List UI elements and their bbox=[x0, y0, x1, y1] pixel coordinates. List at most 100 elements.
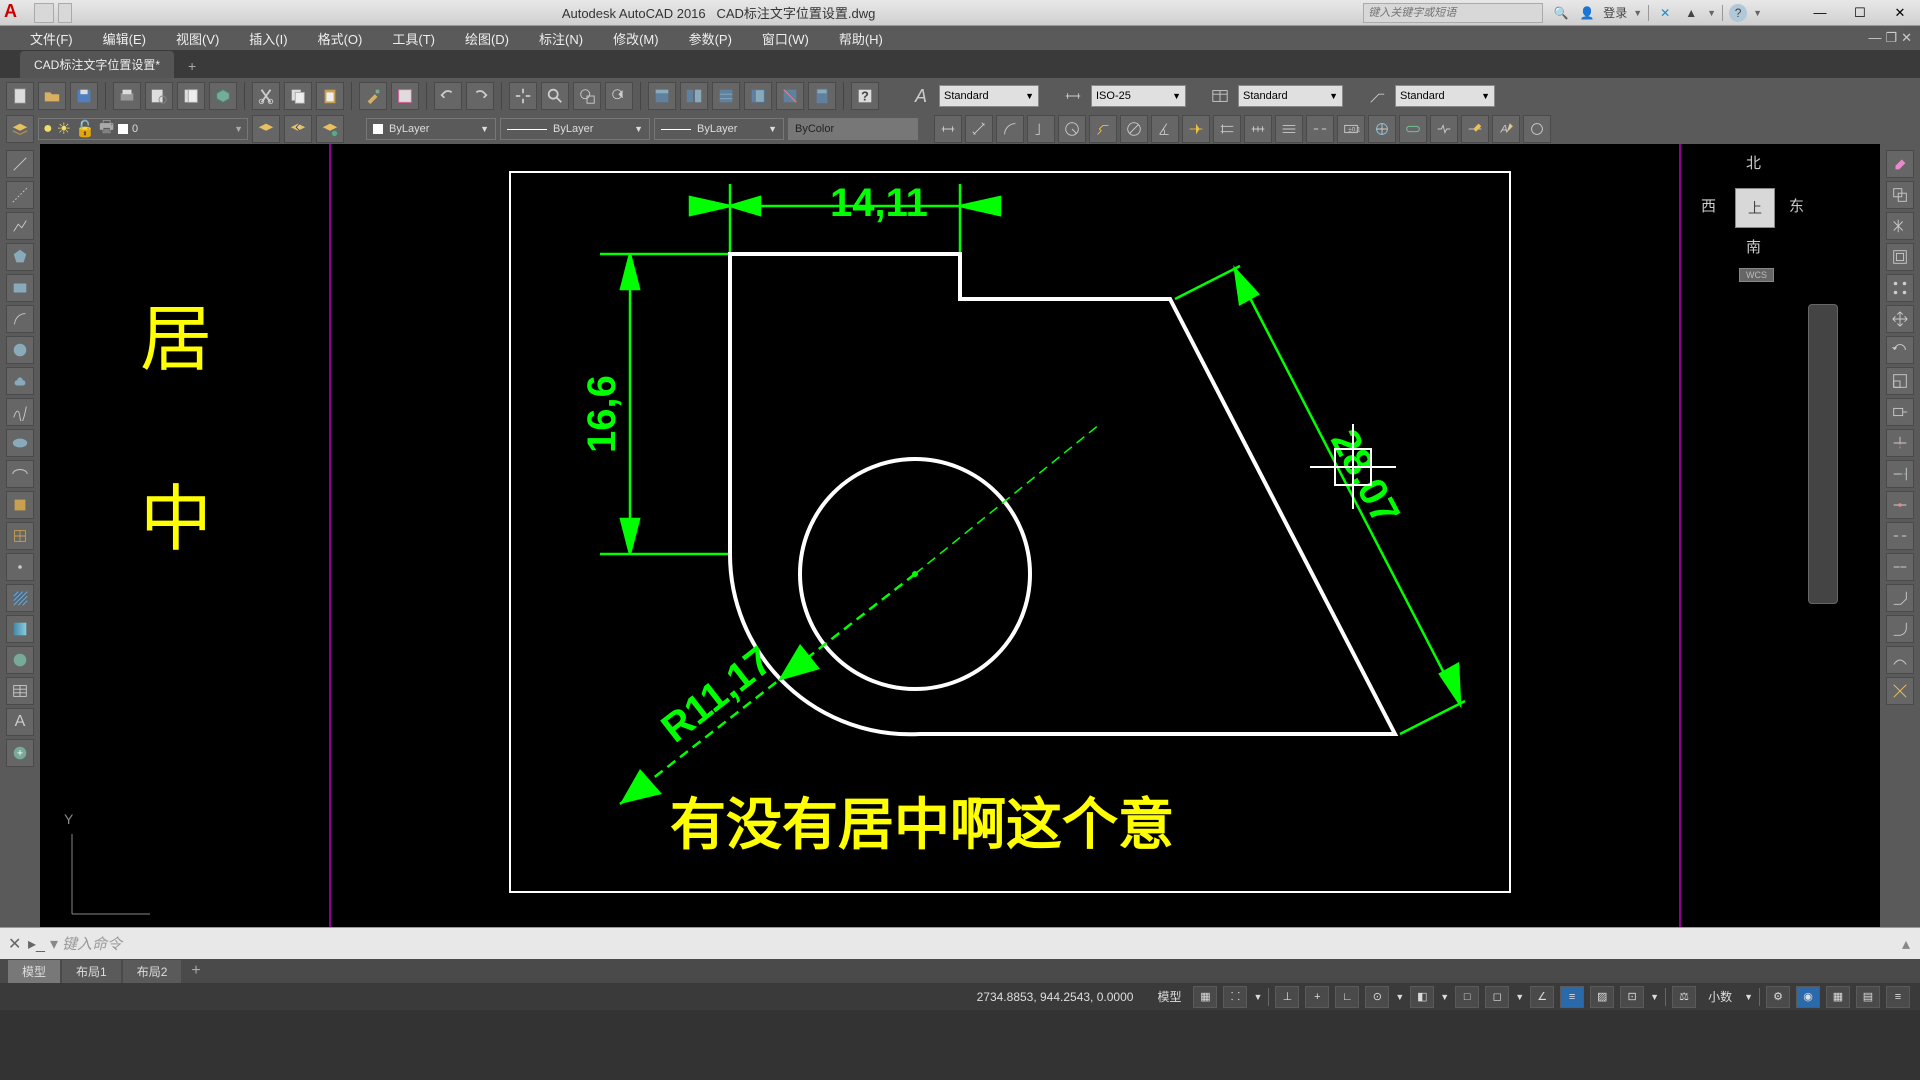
menu-modify[interactable]: 修改(M) bbox=[613, 29, 659, 48]
view-cube[interactable]: 北 西 上 东 南 WCS bbox=[1697, 150, 1812, 290]
line-icon[interactable] bbox=[6, 150, 34, 178]
circle-icon[interactable] bbox=[6, 336, 34, 364]
color-combo[interactable]: ByLayer▼ bbox=[366, 118, 496, 140]
maximize-button[interactable]: ☐ bbox=[1840, 1, 1880, 25]
chamfer-icon[interactable] bbox=[1886, 584, 1914, 612]
undo-icon[interactable] bbox=[434, 82, 462, 110]
text-style-icon[interactable]: A bbox=[907, 82, 935, 110]
workspace-switching-icon[interactable]: ⚙ bbox=[1766, 986, 1790, 1008]
save-icon[interactable] bbox=[70, 82, 98, 110]
customization-icon[interactable]: ≡ bbox=[1886, 986, 1910, 1008]
annotation-monitor-icon[interactable]: ◉ bbox=[1796, 986, 1820, 1008]
menu-draw[interactable]: 绘图(D) bbox=[465, 29, 509, 48]
pan-icon[interactable] bbox=[509, 82, 537, 110]
point-icon[interactable] bbox=[6, 553, 34, 581]
add-layout-button[interactable]: + bbox=[183, 960, 208, 982]
dim-style-combo[interactable]: ISO-25▼ bbox=[1091, 85, 1186, 107]
polar-toggle-icon[interactable]: ⊙ bbox=[1365, 986, 1389, 1008]
new-tab-button[interactable]: + bbox=[178, 54, 206, 78]
dim-radius-icon[interactable] bbox=[1058, 115, 1086, 143]
dim-baseline-icon[interactable] bbox=[1213, 115, 1241, 143]
extend-icon[interactable] bbox=[1886, 460, 1914, 488]
erase-icon[interactable] bbox=[1886, 150, 1914, 178]
copy-modify-icon[interactable] bbox=[1886, 181, 1914, 209]
qat-button[interactable] bbox=[34, 3, 54, 23]
menu-file[interactable]: 文件(F) bbox=[30, 29, 73, 48]
explode-icon[interactable] bbox=[1886, 677, 1914, 705]
rectangle-icon[interactable] bbox=[6, 274, 34, 302]
otrack-icon[interactable]: ∠ bbox=[1530, 986, 1554, 1008]
table-style-combo[interactable]: Standard▼ bbox=[1238, 85, 1343, 107]
tool-palettes-icon[interactable] bbox=[712, 82, 740, 110]
osnap-toggle-icon[interactable]: □ bbox=[1455, 986, 1479, 1008]
close-button[interactable]: ✕ bbox=[1880, 1, 1920, 25]
polygon-icon[interactable] bbox=[6, 243, 34, 271]
dim-update-icon[interactable] bbox=[1523, 115, 1551, 143]
lineweight-combo[interactable]: ByLayer▼ bbox=[654, 118, 784, 140]
break-at-point-icon[interactable] bbox=[1886, 491, 1914, 519]
doc-restore[interactable]: ❐ bbox=[1885, 30, 1897, 46]
table-style-icon[interactable] bbox=[1206, 82, 1234, 110]
hatch-icon[interactable] bbox=[6, 584, 34, 612]
tolerance-icon[interactable]: ±0.1 bbox=[1337, 115, 1365, 143]
tab-layout1[interactable]: 布局1 bbox=[62, 960, 121, 983]
status-model[interactable]: 模型 bbox=[1151, 988, 1187, 1005]
cmd-resize-handle[interactable]: ▴ bbox=[1902, 934, 1910, 954]
transparency-icon[interactable]: ▨ bbox=[1590, 986, 1614, 1008]
mleader-style-combo[interactable]: Standard▼ bbox=[1395, 85, 1495, 107]
3dprint-icon[interactable] bbox=[209, 82, 237, 110]
block-editor-icon[interactable] bbox=[391, 82, 419, 110]
dim-continue-icon[interactable] bbox=[1244, 115, 1272, 143]
zoom-window-icon[interactable] bbox=[573, 82, 601, 110]
menu-format[interactable]: 格式(O) bbox=[318, 29, 363, 48]
search-input[interactable] bbox=[1363, 3, 1543, 23]
tab-layout2[interactable]: 布局2 bbox=[123, 960, 182, 983]
join-icon[interactable] bbox=[1886, 553, 1914, 581]
region-icon[interactable] bbox=[6, 646, 34, 674]
selection-cycling-icon[interactable]: ⊡ bbox=[1620, 986, 1644, 1008]
command-input[interactable]: 键入命令 bbox=[62, 933, 1912, 954]
mirror-icon[interactable] bbox=[1886, 212, 1914, 240]
ellipse-arc-icon[interactable] bbox=[6, 460, 34, 488]
layer-combo[interactable]: ●☀🔓🖶 0▼ bbox=[38, 118, 248, 140]
units-icon[interactable]: ▦ bbox=[1826, 986, 1850, 1008]
properties-icon[interactable] bbox=[648, 82, 676, 110]
calculator-icon[interactable] bbox=[808, 82, 836, 110]
scale-icon[interactable] bbox=[1886, 367, 1914, 395]
document-tab[interactable]: CAD标注文字位置设置* bbox=[20, 51, 174, 78]
menu-parametric[interactable]: 参数(P) bbox=[689, 29, 732, 48]
design-center-icon[interactable] bbox=[680, 82, 708, 110]
sheet-set-icon[interactable] bbox=[744, 82, 772, 110]
plot-preview-icon[interactable] bbox=[145, 82, 173, 110]
signin-icon[interactable]: 👤 bbox=[1577, 3, 1597, 23]
layer-previous-icon[interactable] bbox=[284, 115, 312, 143]
menu-help[interactable]: 帮助(H) bbox=[839, 29, 883, 48]
stretch-icon[interactable] bbox=[1886, 398, 1914, 426]
doc-minimize[interactable]: — bbox=[1868, 30, 1881, 46]
insert-block-icon[interactable] bbox=[6, 491, 34, 519]
inspect-icon[interactable] bbox=[1399, 115, 1427, 143]
qat-dropdown[interactable] bbox=[58, 3, 72, 23]
text-style-combo[interactable]: Standard▼ bbox=[939, 85, 1039, 107]
move-icon[interactable] bbox=[1886, 305, 1914, 333]
dim-quick-icon[interactable] bbox=[1182, 115, 1210, 143]
dim-linear-icon[interactable] bbox=[934, 115, 962, 143]
annotation-scale-icon[interactable]: ⚖ bbox=[1672, 986, 1696, 1008]
dim-ordinate-icon[interactable] bbox=[1027, 115, 1055, 143]
gradient-icon[interactable] bbox=[6, 615, 34, 643]
cmd-close-icon[interactable]: ✕ bbox=[8, 934, 28, 954]
revision-cloud-icon[interactable] bbox=[6, 367, 34, 395]
blend-icon[interactable] bbox=[1886, 646, 1914, 674]
dim-jogged-icon[interactable] bbox=[1089, 115, 1117, 143]
dim-aligned-icon[interactable] bbox=[965, 115, 993, 143]
scale-label[interactable]: 小数 bbox=[1702, 988, 1738, 1005]
layer-properties-icon[interactable] bbox=[6, 115, 34, 143]
array-icon[interactable] bbox=[1886, 274, 1914, 302]
match-properties-icon[interactable] bbox=[359, 82, 387, 110]
print-icon[interactable] bbox=[113, 82, 141, 110]
doc-close[interactable]: ✕ bbox=[1901, 30, 1912, 46]
ortho-toggle-icon[interactable]: ∟ bbox=[1335, 986, 1359, 1008]
publish-icon[interactable] bbox=[177, 82, 205, 110]
dim-style-icon[interactable] bbox=[1059, 82, 1087, 110]
paste-icon[interactable] bbox=[316, 82, 344, 110]
